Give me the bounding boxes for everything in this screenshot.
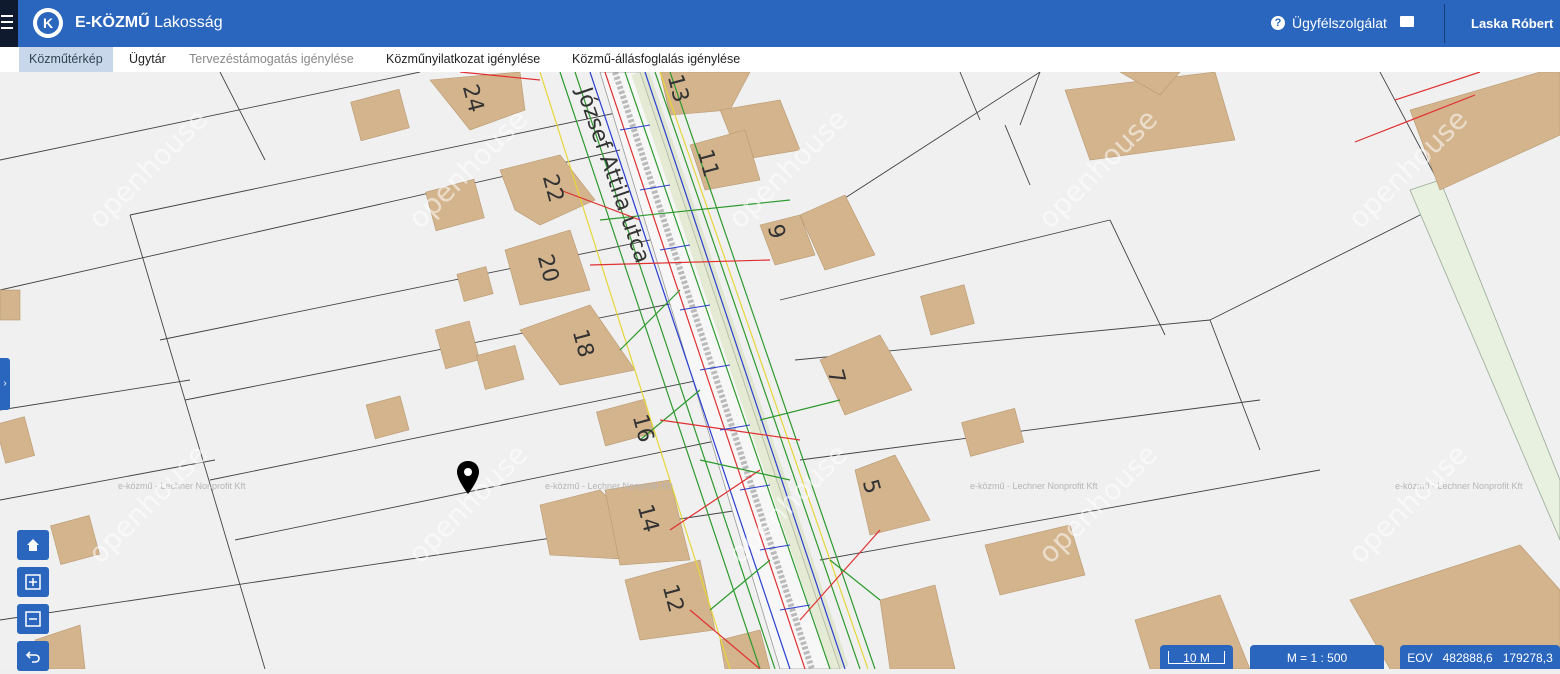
scale-indicator: 10 M (1160, 645, 1233, 669)
logo-letter: K (37, 12, 59, 34)
watermark-text: openhouse (82, 102, 214, 234)
question-icon: ? (1271, 16, 1285, 30)
help-label: Ügyfélszolgálat (1292, 15, 1387, 31)
scale-ratio: M = 1 : 500 (1250, 645, 1384, 669)
watermark-text: openhouse (1032, 437, 1164, 569)
zoom-in-icon (25, 574, 41, 590)
map-svg: 24 22 20 18 16 14 12 13 11 9 7 5 József … (0, 72, 1560, 669)
app-title: E-KÖZMŰ Lakosság (75, 14, 223, 32)
header-divider (1444, 4, 1445, 43)
coordinate-readout: EOV 482888,6 179278,3 (1400, 645, 1560, 669)
coordinate-system: EOV (1407, 651, 1433, 665)
tab-kozmu-allasfoglalas[interactable]: Közmű-állásfoglalás igénylése (562, 47, 750, 72)
tab-kozmuterkep[interactable]: Közműtérkép (19, 47, 113, 72)
app-title-bold: E-KÖZMŰ (75, 14, 150, 31)
scale-bar: 10 M (1168, 651, 1225, 665)
back-icon (25, 651, 40, 663)
logo: K (33, 8, 63, 38)
chevron-right-icon: › (3, 378, 7, 389)
scale-ratio-label: M = 1 : 500 (1286, 651, 1348, 665)
mail-icon[interactable] (1400, 16, 1414, 27)
zoom-out-icon (25, 611, 41, 627)
back-button[interactable] (17, 641, 49, 671)
zoom-in-button[interactable] (17, 567, 49, 597)
copyright-text: e-közmű - Lechner Nonprofit Kft (970, 481, 1098, 491)
map-canvas[interactable]: 24 22 20 18 16 14 12 13 11 9 7 5 József … (0, 72, 1560, 669)
copyright-text: e-közmű - Lechner Nonprofit Kft (545, 481, 673, 491)
user-name[interactable]: Laska Róbert (1471, 16, 1553, 31)
side-panel-toggle[interactable]: › (0, 358, 10, 410)
house-number: 16 (627, 412, 658, 446)
home-button[interactable] (17, 530, 49, 560)
coordinate-y: 179278,3 (1502, 651, 1553, 665)
top-bar: K E-KÖZMŰ Lakosság ? Ügyfélszolgálat Las… (0, 0, 1560, 47)
tab-bar: Közműtérkép Ügytár Tervezéstámogatás igé… (0, 47, 1560, 73)
zoom-out-button[interactable] (17, 604, 49, 634)
location-pin-icon[interactable] (455, 460, 481, 496)
tab-tervezestamogatas: Tervezéstámogatás igénylése (189, 52, 354, 66)
app-title-rest: Lakosság (154, 14, 223, 31)
watermark-text: openhouse (82, 437, 214, 569)
hamburger-menu-button[interactable] (0, 0, 18, 47)
home-icon (27, 539, 39, 551)
coordinate-x: 482888,6 (1442, 651, 1493, 665)
tab-kozmunyilatkozat[interactable]: Közműnyilatkozat igénylése (376, 47, 550, 72)
scale-label: 10 M (1183, 651, 1210, 665)
openhouse-watermarks: openhouse openhouse openhouse openhouse … (82, 102, 1474, 569)
watermark-text: openhouse (1342, 437, 1474, 569)
tab-ugytar[interactable]: Ügytár (119, 47, 176, 72)
help-link[interactable]: ? Ügyfélszolgálat (1271, 15, 1387, 31)
